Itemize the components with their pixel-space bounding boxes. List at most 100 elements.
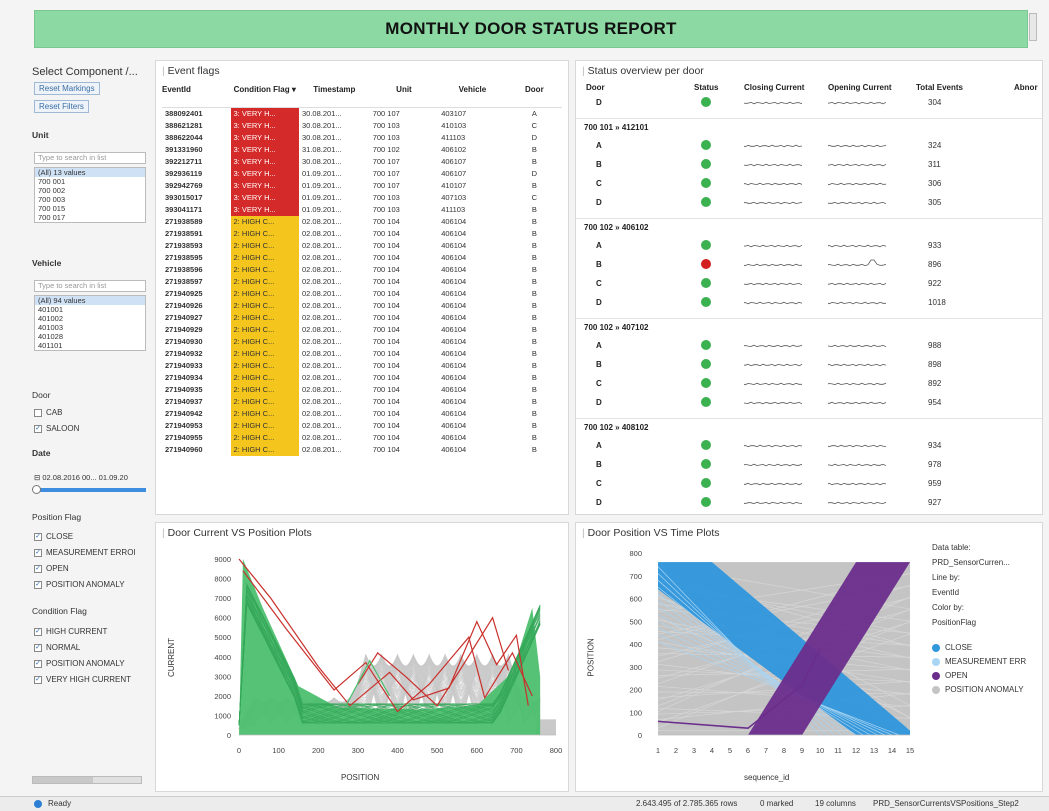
checked-checkbox-icon[interactable]: ✓ [34,580,42,589]
scrollbar-thumb[interactable] [33,777,93,783]
banner-scrollbar[interactable] [1029,13,1037,41]
col-header-eventid[interactable]: EventId [162,81,231,108]
checked-checkbox-icon[interactable]: ✓ [34,548,42,557]
table-row[interactable]: 271938591 2: HIGH C... 02.08.201... 700 104… [162,227,562,240]
list-item[interactable]: (All) 13 values [35,168,145,177]
list-item[interactable]: 401101 [35,341,145,350]
table-row[interactable]: 271940942 2: HIGH C... 02.08.201... 700 104… [162,407,562,420]
status-green-dot-icon[interactable] [701,378,711,388]
table-row[interactable]: 392942769 3: VERY H... 01.09.201... 700 107… [162,179,562,192]
table-row[interactable]: 271940937 2: HIGH C... 02.08.201... 700 104… [162,395,562,408]
table-row[interactable]: 271940953 2: HIGH C... 02.08.201... 700 104… [162,419,562,432]
table-row[interactable]: 271940955 2: HIGH C... 02.08.201... 700 104… [162,431,562,444]
list-item[interactable]: 700 003 [35,195,145,204]
col-header-closing-current[interactable]: Closing Current [744,83,804,92]
col-header-door[interactable]: Door [586,83,605,92]
table-row[interactable]: 393041171 3: VERY H... 01.09.201... 700 103… [162,203,562,216]
table-row[interactable]: 393015017 3: VERY H... 01.09.201... 700 103… [162,191,562,204]
status-green-dot-icon[interactable] [701,297,711,307]
table-row[interactable]: 271940935 2: HIGH C... 02.08.201... 700 104… [162,383,562,396]
list-item[interactable]: 700 017 [35,213,145,222]
status-green-dot-icon[interactable] [701,497,711,507]
checked-checkbox-icon[interactable]: ✓ [34,659,42,668]
checked-checkbox-icon[interactable]: ✓ [34,675,42,684]
table-row[interactable]: 271940960 2: HIGH C... 02.08.201... 700 104… [162,443,562,456]
table-row[interactable]: 391331960 3: VERY H... 31.08.201... 700 102… [162,143,562,156]
status-red-dot-icon[interactable] [701,259,711,269]
position-vs-time-chart[interactable]: 01002003004005006007008001 2 3 4 5 6 7 8 9 10 11 12… [576,523,926,791]
legend-swatch-icon[interactable] [932,644,940,652]
col-header-vehicle[interactable]: Vehicle [438,81,507,108]
checked-checkbox-icon[interactable]: ✓ [34,532,42,541]
checkbox-option[interactable]: ✓ NORMAL [34,643,80,652]
filter-panel-scrollbar[interactable] [32,776,142,784]
legend-swatch-icon[interactable] [932,658,940,666]
list-item[interactable]: 700 002 [35,186,145,195]
table-row[interactable]: 388092401 3: VERY H... 30.08.201... 700 107… [162,107,562,120]
legend-label[interactable]: OPEN [945,671,968,680]
vehicle-list[interactable]: (All) 94 values 401001 401002 401003 401028 4… [34,295,146,351]
legend-swatch-icon[interactable] [932,686,940,694]
date-range-value[interactable]: ⊟ 02.08.2016 00... 01.09.20 [34,473,128,482]
list-item[interactable]: 401003 [35,323,145,332]
checkbox-option[interactable]: ✓ OPEN [34,564,69,573]
legend-swatch-icon[interactable] [932,672,940,680]
status-green-dot-icon[interactable] [701,240,711,250]
table-row[interactable]: 271940930 2: HIGH C... 02.08.201... 700 104… [162,335,562,348]
table-row[interactable]: 388621281 3: VERY H... 30.08.201... 700 103… [162,119,562,132]
status-green-dot-icon[interactable] [701,159,711,169]
checkbox-option[interactable]: ✓ POSITION ANOMALY [34,659,125,668]
legend-label[interactable]: MEASUREMENT ERR [945,657,1026,666]
checked-checkbox-icon[interactable]: ✓ [34,424,42,433]
checkbox-option[interactable]: ✓ MEASUREMENT ERROI [34,548,136,557]
checkbox-option[interactable]: ✓ POSITION ANOMALY [34,580,125,589]
table-row[interactable]: 271938597 2: HIGH C... 02.08.201... 700 104… [162,275,562,288]
status-green-dot-icon[interactable] [701,359,711,369]
list-item[interactable]: 700 015 [35,204,145,213]
unit-list[interactable]: (All) 13 values 700 001 700 002 700 003 700 … [34,167,146,223]
status-green-dot-icon[interactable] [701,478,711,488]
table-row[interactable]: 271938596 2: HIGH C... 02.08.201... 700 104… [162,263,562,276]
vehicle-search-input[interactable]: Type to search in list [34,280,146,292]
data-table-name[interactable]: PRD_SensorCurrentsVSPositions_Step2 [873,799,1019,808]
group-header[interactable]: 700 101 » 412101 [584,123,649,132]
col-header-timestamp[interactable]: Timestamp [299,81,370,108]
col-header-door[interactable]: Door [506,81,562,108]
table-row[interactable]: 271940925 2: HIGH C... 02.08.201... 700 104… [162,287,562,300]
status-green-dot-icon[interactable] [701,197,711,207]
col-header-opening-current[interactable]: Opening Current [828,83,892,92]
table-row[interactable]: 392936119 3: VERY H... 01.09.201... 700 107… [162,167,562,180]
checkbox-option[interactable]: CAB [34,408,62,417]
reset-filters-button[interactable]: Reset Filters [34,100,89,113]
status-green-dot-icon[interactable] [701,440,711,450]
checkbox-option[interactable]: ✓ HIGH CURRENT [34,627,107,636]
checkbox-option[interactable]: ✓ SALOON [34,424,79,433]
table-row[interactable]: 271940932 2: HIGH C... 02.08.201... 700 104… [162,347,562,360]
table-row[interactable]: 271940934 2: HIGH C... 02.08.201... 700 104… [162,371,562,384]
group-header[interactable]: 700 102 » 408102 [584,423,649,432]
col-header-total-events[interactable]: Total Events [916,83,963,92]
status-green-dot-icon[interactable] [701,278,711,288]
table-row[interactable]: 388622044 3: VERY H... 30.08.201... 700 103… [162,131,562,144]
current-vs-position-chart[interactable]: 0 1000 2000 3000 4000 5000 6000 7000 8000 9000 0 10… [156,523,568,791]
status-green-dot-icon[interactable] [701,459,711,469]
table-row[interactable]: 271940927 2: HIGH C... 02.08.201... 700 104… [162,311,562,324]
list-item[interactable]: (All) 94 values [35,296,145,305]
legend-label[interactable]: CLOSE [945,643,972,652]
table-row[interactable]: 271938593 2: HIGH C... 02.08.201... 700 104… [162,239,562,252]
table-row[interactable]: 271940929 2: HIGH C... 02.08.201... 700 104… [162,323,562,336]
reset-markings-button[interactable]: Reset Markings [34,82,100,95]
checked-checkbox-icon[interactable]: ✓ [34,564,42,573]
table-row[interactable]: 271938595 2: HIGH C... 02.08.201... 700 104… [162,251,562,264]
unchecked-checkbox-icon[interactable] [34,408,42,417]
table-row[interactable]: 271940933 2: HIGH C... 02.08.201... 700 104… [162,359,562,372]
table-row[interactable]: 271940926 2: HIGH C... 02.08.201... 700 104… [162,299,562,312]
checked-checkbox-icon[interactable]: ✓ [34,627,42,636]
list-item[interactable]: 401028 [35,332,145,341]
col-header-unit[interactable]: Unit [369,81,439,108]
date-slider-handle[interactable] [32,485,41,494]
checkbox-option[interactable]: ✓ VERY HIGH CURRENT [34,675,131,684]
status-green-dot-icon[interactable] [701,140,711,150]
list-item[interactable]: 700 001 [35,177,145,186]
legend-label[interactable]: POSITION ANOMALY [945,685,1024,694]
